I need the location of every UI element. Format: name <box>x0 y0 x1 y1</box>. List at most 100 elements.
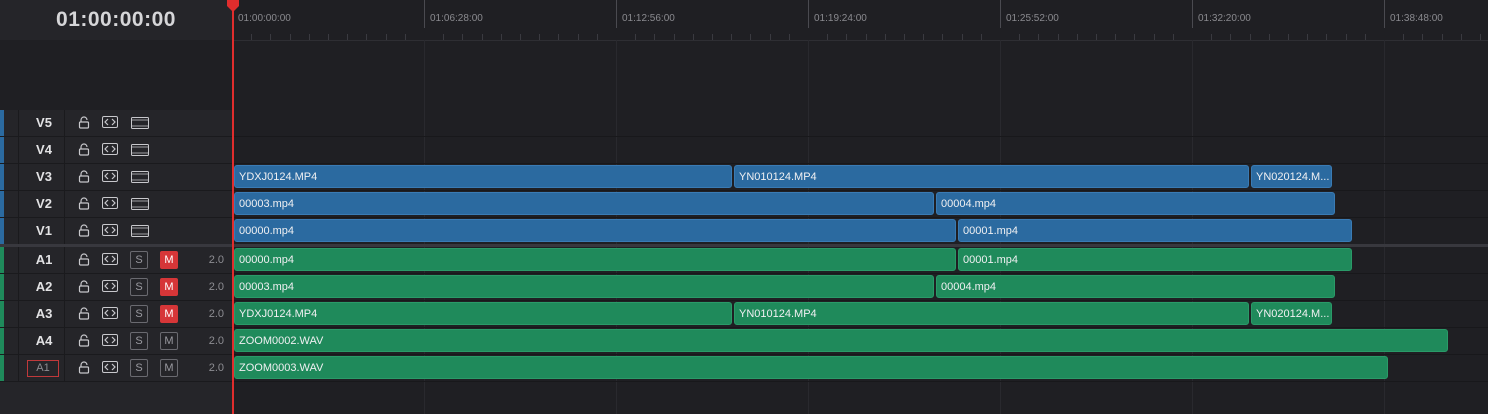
audio-track-header[interactable]: A1 S M 2.0 <box>0 355 232 382</box>
video-track-header[interactable]: V4 <box>0 137 232 164</box>
audio-clip[interactable]: ZOOM0003.WAV <box>234 356 1388 379</box>
ruler-timecode-label: 01:12:56:00 <box>622 13 675 24</box>
header-divider <box>18 110 19 136</box>
track-name[interactable]: A3 <box>24 301 64 327</box>
video-monitor-icon[interactable] <box>131 224 149 242</box>
video-track-header[interactable]: V1 <box>0 218 232 245</box>
timeline-area[interactable]: YDXJ0124.MP4 YN010124.MP4 YN020124.M... 000… <box>232 40 1488 414</box>
link-icon[interactable] <box>102 253 118 265</box>
header-divider <box>64 301 65 327</box>
link-icon[interactable] <box>102 116 118 128</box>
link-icon[interactable] <box>102 224 118 236</box>
track-volume: 2.0 <box>208 362 224 374</box>
audio-video-divider[interactable] <box>0 244 1488 247</box>
lock-icon[interactable] <box>78 116 90 134</box>
audio-clip[interactable]: 00000.mp4 <box>234 248 956 271</box>
link-icon[interactable] <box>102 307 118 319</box>
audio-clip[interactable]: ZOOM0002.WAV <box>234 329 1448 352</box>
audio-track-header[interactable]: A1 S M 2.0 <box>0 247 232 274</box>
audio-clip[interactable]: 00003.mp4 <box>234 275 934 298</box>
track-color-bar <box>0 137 4 163</box>
track-name[interactable]: V3 <box>24 164 64 190</box>
lock-icon[interactable] <box>78 334 90 352</box>
header-divider <box>64 274 65 300</box>
track-name[interactable]: V1 <box>24 218 64 244</box>
timecode-display[interactable]: 01:00:00:00 <box>0 0 232 40</box>
video-track-header[interactable]: V3 <box>0 164 232 191</box>
playhead-marker-icon[interactable] <box>226 0 240 12</box>
video-monitor-icon[interactable] <box>131 170 149 188</box>
ruler-timecode-label: 01:32:20:00 <box>1198 13 1251 24</box>
link-icon[interactable] <box>102 143 118 155</box>
header-divider <box>18 247 19 273</box>
link-icon[interactable] <box>102 361 118 373</box>
lock-icon[interactable] <box>78 253 90 271</box>
track-color-bar <box>0 355 4 381</box>
track-volume: 2.0 <box>208 254 224 266</box>
track-color-bar <box>0 274 4 300</box>
track-name[interactable]: A1 <box>24 247 64 273</box>
audio-clip[interactable]: YN010124.MP4 <box>734 302 1249 325</box>
mute-button[interactable]: M <box>160 359 178 377</box>
header-divider <box>18 164 19 190</box>
video-clip[interactable]: 00001.mp4 <box>958 219 1352 242</box>
audio-track-header[interactable]: A3 S M 2.0 <box>0 301 232 328</box>
ruler-timecode-label: 01:25:52:00 <box>1006 13 1059 24</box>
video-clip[interactable]: 00000.mp4 <box>234 219 956 242</box>
video-clip[interactable]: YN020124.M... <box>1251 165 1332 188</box>
track-name[interactable]: V5 <box>24 110 64 136</box>
audio-clip[interactable]: 00004.mp4 <box>936 275 1335 298</box>
track-color-bar <box>0 247 4 273</box>
video-monitor-icon[interactable] <box>131 143 149 161</box>
ruler-timecode-label: 01:38:48:00 <box>1390 13 1443 24</box>
track-lane[interactable] <box>232 137 1488 164</box>
link-icon[interactable] <box>102 334 118 346</box>
time-ruler[interactable]: 01:00:00:00 01:06:28:00 01:12:56:00 01:19:2… <box>232 0 1488 41</box>
video-clip[interactable]: YDXJ0124.MP4 <box>234 165 732 188</box>
video-clip[interactable]: YN010124.MP4 <box>734 165 1249 188</box>
source-patch-button[interactable]: A1 <box>27 360 59 377</box>
mute-button[interactable]: M <box>160 251 178 269</box>
timecode-header: 01:00:00:00 <box>0 0 232 41</box>
header-divider <box>18 301 19 327</box>
audio-clip[interactable]: 00001.mp4 <box>958 248 1352 271</box>
audio-track-header[interactable]: A2 S M 2.0 <box>0 274 232 301</box>
lock-icon[interactable] <box>78 307 90 325</box>
link-icon[interactable] <box>102 170 118 182</box>
solo-button[interactable]: S <box>130 251 148 269</box>
track-lane[interactable] <box>232 110 1488 137</box>
track-name[interactable]: V2 <box>24 191 64 217</box>
lock-icon[interactable] <box>78 170 90 188</box>
audio-clip[interactable]: YN020124.M... <box>1251 302 1332 325</box>
video-clip[interactable]: 00004.mp4 <box>936 192 1335 215</box>
header-divider <box>64 137 65 163</box>
mute-button[interactable]: M <box>160 278 178 296</box>
track-name[interactable]: A2 <box>24 274 64 300</box>
solo-button[interactable]: S <box>130 359 148 377</box>
video-monitor-icon[interactable] <box>131 116 149 134</box>
audio-track-header[interactable]: A4 S M 2.0 <box>0 328 232 355</box>
solo-button[interactable]: S <box>130 332 148 350</box>
link-icon[interactable] <box>102 280 118 292</box>
solo-button[interactable]: S <box>130 305 148 323</box>
lock-icon[interactable] <box>78 224 90 242</box>
video-monitor-icon[interactable] <box>131 197 149 215</box>
video-track-header[interactable]: V2 <box>0 191 232 218</box>
track-color-bar <box>0 301 4 327</box>
video-clip[interactable]: 00003.mp4 <box>234 192 934 215</box>
playhead[interactable] <box>232 0 234 414</box>
lock-icon[interactable] <box>78 197 90 215</box>
lock-icon[interactable] <box>78 143 90 161</box>
track-name[interactable]: A4 <box>24 328 64 354</box>
header-divider <box>18 355 19 381</box>
track-name[interactable]: V4 <box>24 137 64 163</box>
lock-icon[interactable] <box>78 280 90 298</box>
mute-button[interactable]: M <box>160 305 178 323</box>
solo-button[interactable]: S <box>130 278 148 296</box>
lock-icon[interactable] <box>78 361 90 379</box>
mute-button[interactable]: M <box>160 332 178 350</box>
audio-clip[interactable]: YDXJ0124.MP4 <box>234 302 732 325</box>
link-icon[interactable] <box>102 197 118 209</box>
video-track-header[interactable]: V5 <box>0 110 232 137</box>
ruler-major-tick <box>1192 0 1193 28</box>
